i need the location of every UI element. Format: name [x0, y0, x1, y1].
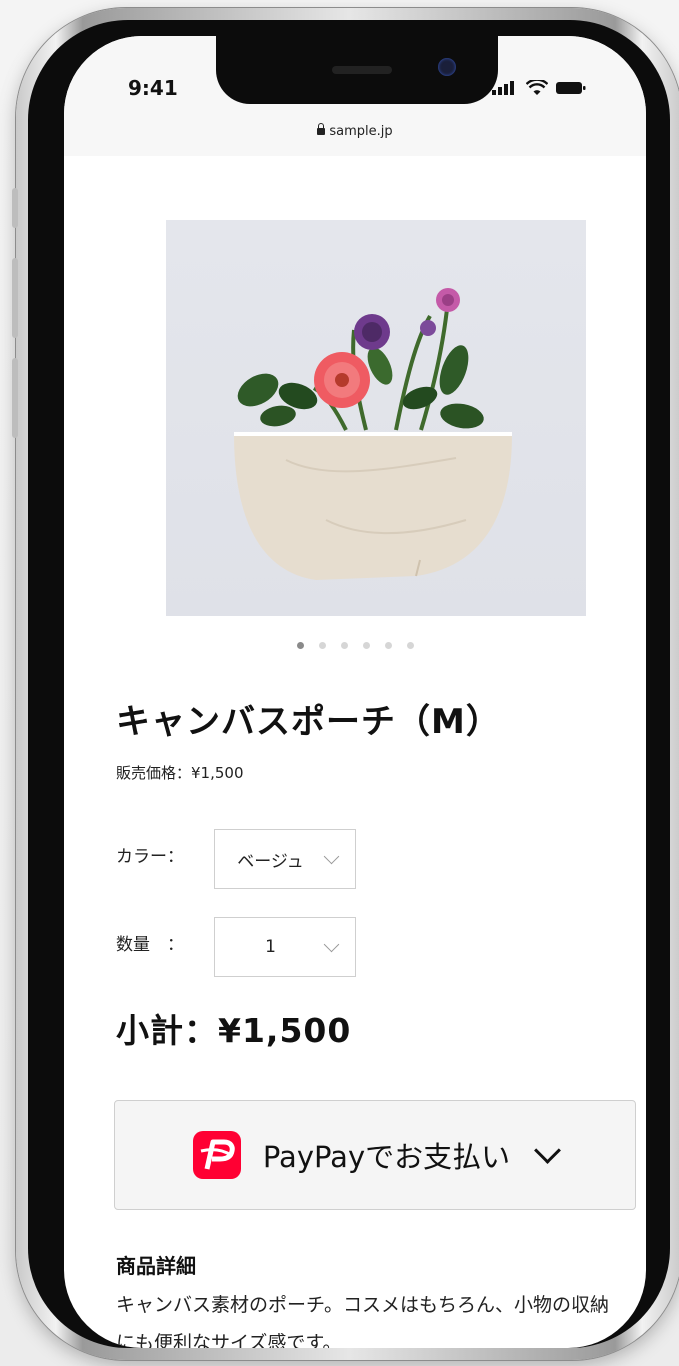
quantity-select-value: 1 [265, 937, 276, 957]
color-select[interactable]: ベージュ [214, 829, 356, 889]
product-price: 販売価格：¥1,500 [116, 764, 244, 782]
battery-icon [556, 82, 586, 94]
front-camera [438, 58, 456, 76]
gallery-dot[interactable] [384, 642, 392, 649]
volume-up-button [12, 258, 18, 338]
chevron-down-icon [323, 936, 340, 952]
chevron-down-icon [534, 1136, 562, 1164]
product-title: キャンバスポーチ（M） [116, 702, 501, 742]
notch [216, 36, 498, 104]
subtotal: 小計：¥1,500 [116, 1011, 352, 1050]
chevron-down-icon [323, 848, 340, 864]
url-text: sample.jp [329, 124, 393, 139]
gallery-dot[interactable] [406, 642, 414, 649]
gallery-dot[interactable] [362, 642, 370, 649]
quantity-label: 数量 ： [116, 935, 184, 955]
lock-icon [317, 123, 326, 135]
status-bar: 9:41 sample.jp [64, 36, 646, 156]
paypay-logo-icon [192, 1131, 241, 1179]
color-select-value: ベージュ [237, 851, 304, 872]
cellular-signal-icon [492, 81, 514, 95]
quantity-select[interactable]: 1 [214, 917, 356, 977]
product-image[interactable] [166, 220, 586, 616]
phone-screen: 9:41 sample.jp キャンバスポーチ（M） 販売価格：¥1,500 カ… [64, 36, 646, 1348]
gallery-dot[interactable] [340, 642, 348, 649]
side-button [12, 188, 18, 228]
phone-frame: 9:41 sample.jp キャンバスポーチ（M） 販売価格：¥1,500 カ… [12, 8, 679, 1360]
paypay-button-label: PayPayでお支払い [262, 1140, 511, 1174]
volume-down-button [12, 358, 18, 438]
gallery-dot[interactable] [318, 642, 326, 649]
speaker [332, 66, 392, 74]
status-icons [492, 80, 586, 96]
details-text: キャンバス素材のポーチ。コスメはもちろん、小物の収納にも便利なサイズ感です。 [116, 1294, 610, 1348]
gallery-dot[interactable] [296, 642, 304, 649]
paypay-button[interactable]: PayPayでお支払い [114, 1100, 636, 1210]
gallery-pagination [64, 642, 646, 649]
pouch-with-flowers-illustration [234, 288, 512, 580]
address-bar[interactable]: sample.jp [64, 123, 646, 139]
wifi-icon [526, 80, 548, 95]
details-heading: 商品詳細 [116, 1254, 196, 1278]
color-label: カラー： [116, 847, 184, 867]
status-time: 9:41 [128, 76, 178, 100]
